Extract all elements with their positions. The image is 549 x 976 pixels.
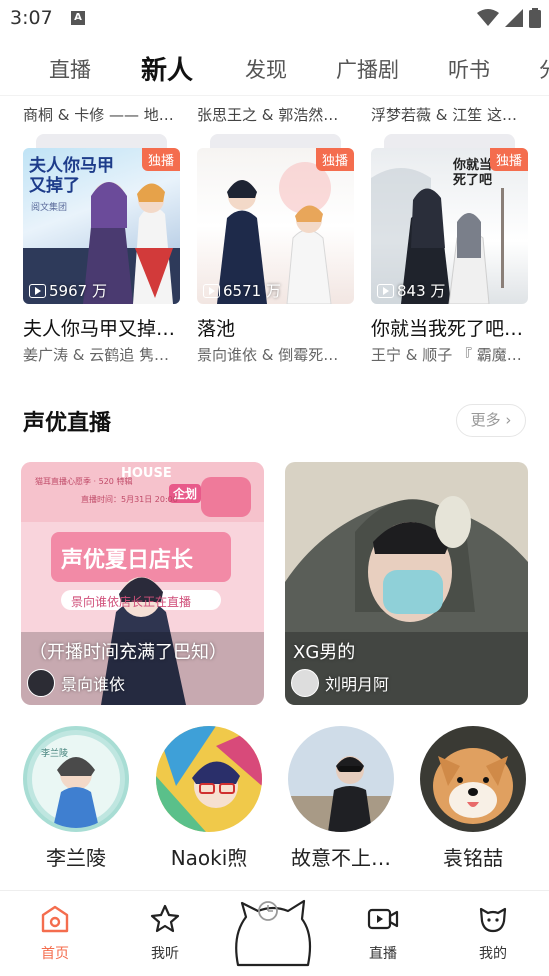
tab-audiobook[interactable]: 听书	[448, 54, 490, 84]
signal-icon	[505, 9, 523, 27]
status-bar: 3:07 A	[0, 0, 549, 36]
host-avatar	[27, 669, 55, 697]
play-icon	[203, 283, 220, 298]
prev-subtitle[interactable]: 商桐 & 卡修 —— 地…	[23, 104, 174, 125]
actor-avatar-art	[32, 735, 120, 828]
card-stack-decoration	[384, 134, 515, 148]
tab-newcomer[interactable]: 新人	[141, 50, 193, 87]
more-label: 更多	[470, 411, 501, 429]
home-icon	[41, 905, 69, 933]
publisher-logo: 阅文集团	[31, 203, 68, 213]
live-caption: （开播时间充满了巴知）	[29, 642, 227, 663]
tab-discover[interactable]: 发现	[245, 54, 287, 84]
prev-subtitle[interactable]: 张思王之 & 郭浩然…	[197, 104, 338, 125]
play-count: 843 万	[377, 280, 445, 301]
card-stack-decoration	[36, 134, 167, 148]
drama-cast: 王宁 & 顺子 『 霸魔…	[371, 346, 522, 364]
nav-mascot[interactable]	[228, 895, 318, 973]
nav-label: 我听	[151, 946, 179, 962]
play-icon	[377, 283, 394, 298]
nav-mine[interactable]: 我的	[458, 903, 528, 963]
drama-title[interactable]: 落池	[197, 314, 235, 341]
notification-icon: A	[71, 11, 85, 25]
actor-avatar[interactable]	[420, 726, 526, 832]
previous-row-subtitles: 商桐 & 卡修 —— 地… 张思王之 & 郭浩然… 浮梦若薇 & 江笙 这…	[0, 104, 549, 128]
actor-avatar-art	[156, 726, 262, 832]
card-stack-decoration	[210, 134, 341, 148]
actor-name[interactable]: 李兰陵	[21, 842, 131, 871]
actor-name[interactable]: 故意不上…	[286, 842, 396, 871]
tab-radio-drama[interactable]: 广播剧	[336, 54, 399, 84]
more-button[interactable]: 更多 ›	[456, 404, 526, 437]
live-caption: XG男的	[293, 642, 356, 663]
actor-name[interactable]: 袁铭喆	[418, 842, 528, 871]
prev-subtitle[interactable]: 浮梦若薇 & 江笙 这…	[371, 104, 517, 125]
live-camera-icon	[367, 908, 399, 930]
poster-shop-sign: HOUSE	[121, 466, 172, 481]
host-name: 景向谁依	[61, 675, 126, 694]
exclusive-badge: 独播	[315, 148, 354, 171]
drama-cast: 景向谁依 & 倒霉死…	[197, 346, 339, 364]
play-count: 5967 万	[29, 280, 107, 301]
poster-subtitle: 景向谁依店长正在直播	[71, 595, 192, 609]
live-card[interactable]: 猫耳直播心愿季 · 520 特辑 HOUSE 企划 直播时间：5月31日 20:…	[21, 462, 264, 705]
nav-label: 首页	[41, 946, 69, 962]
voice-actor[interactable]: 袁铭喆	[418, 726, 528, 871]
actor-avatar[interactable]	[288, 726, 394, 832]
exclusive-badge: 独播	[489, 148, 528, 171]
nav-label: 直播	[369, 946, 397, 962]
play-count-value: 6571 万	[223, 282, 281, 300]
cat-mascot-icon	[235, 899, 312, 967]
host-name: 刘明月阿	[325, 675, 390, 694]
live-host: 景向谁依	[27, 669, 125, 697]
tab-live[interactable]: 直播	[49, 54, 91, 84]
exclusive-badge: 独播	[141, 148, 180, 171]
poster-title: 声优夏日店长	[61, 548, 194, 573]
nav-label: 我的	[479, 946, 507, 962]
actor-avatar-art	[288, 726, 394, 832]
drama-title[interactable]: 你就当我死了吧…	[371, 314, 523, 341]
play-icon	[29, 283, 46, 298]
actor-avatar-art	[420, 726, 526, 832]
section-title-live: 声优直播	[23, 411, 112, 436]
chevron-right-icon: ›	[500, 411, 512, 429]
play-count-value: 843 万	[397, 282, 446, 300]
bottom-nav: 首页 我听 直播 我的	[0, 890, 549, 976]
poster-header: 猫耳直播心愿季 · 520 特辑	[35, 477, 133, 486]
nav-home[interactable]: 首页	[20, 903, 90, 963]
wifi-icon	[477, 9, 499, 26]
host-avatar	[291, 669, 319, 697]
drama-cast: 姜广涛 & 云鹤追 隽…	[23, 346, 170, 364]
live-card[interactable]: XG男的 刘明月阿	[285, 462, 528, 705]
voice-actor[interactable]: Naoki煦	[154, 726, 264, 871]
battery-icon	[529, 8, 541, 28]
star-icon	[150, 904, 180, 933]
nav-listen[interactable]: 我听	[130, 903, 200, 963]
actor-avatar[interactable]: 李兰陵	[23, 726, 129, 832]
voice-actor[interactable]: 李兰陵 李兰陵	[21, 726, 131, 871]
actor-avatar[interactable]	[156, 726, 262, 832]
cover-title-text: 夫人你马甲又掉了	[29, 156, 114, 196]
poster-date: 直播时间：5月31日 20:00	[81, 495, 178, 504]
drama-title[interactable]: 夫人你马甲又掉…	[23, 314, 175, 341]
avatar-label: 李兰陵	[41, 749, 69, 759]
status-time: 3:07	[10, 7, 53, 29]
top-tab-bar: 直播 新人 发现 广播剧 听书 分	[0, 40, 549, 96]
tab-more-category[interactable]: 分	[539, 54, 549, 84]
voice-actor[interactable]: 故意不上…	[286, 726, 396, 871]
nav-live[interactable]: 直播	[348, 903, 418, 963]
cat-face-icon	[479, 907, 507, 933]
actor-name[interactable]: Naoki煦	[154, 842, 264, 871]
status-icons	[477, 8, 541, 28]
play-count: 6571 万	[203, 280, 281, 301]
play-count-value: 5967 万	[49, 282, 107, 300]
live-host: 刘明月阿	[291, 669, 389, 697]
